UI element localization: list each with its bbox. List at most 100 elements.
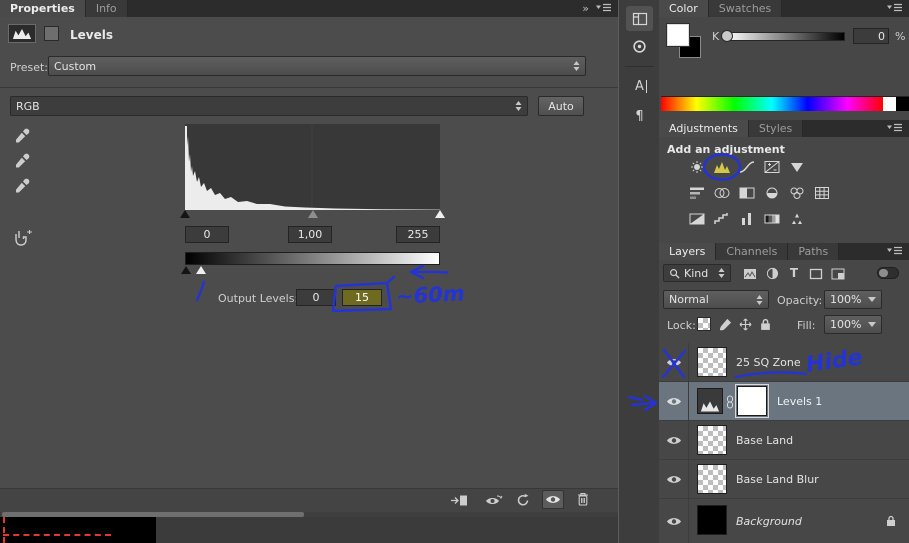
k-slider-track[interactable] <box>725 32 845 41</box>
input-highlight-field[interactable] <box>396 226 440 243</box>
vibrance-icon[interactable] <box>786 158 808 176</box>
filter-kind-select[interactable]: Kind <box>663 264 731 282</box>
dock-properties-icon[interactable] <box>626 6 653 31</box>
auto-button[interactable]: Auto <box>538 96 584 116</box>
tab-styles[interactable]: Styles <box>748 120 804 137</box>
input-midtone-field[interactable] <box>288 226 332 243</box>
white-point-eyedropper-icon[interactable] <box>12 176 32 196</box>
selective-color-icon[interactable] <box>786 210 808 228</box>
layer-thumbnail[interactable] <box>697 347 727 377</box>
foreground-color-swatch[interactable] <box>667 24 689 46</box>
posterize-icon[interactable] <box>711 210 733 228</box>
view-previous-state-button[interactable] <box>482 491 504 509</box>
tab-swatches[interactable]: Swatches <box>708 0 783 17</box>
tab-layers[interactable]: Layers <box>659 243 717 260</box>
visibility-eye-icon[interactable] <box>659 499 689 543</box>
gray-point-eyedropper-icon[interactable] <box>12 151 32 171</box>
k-value-field[interactable] <box>853 28 889 44</box>
layer-mask-thumbnail[interactable] <box>735 384 769 418</box>
dock-paragraph-panel-icon[interactable]: ¶ <box>626 104 653 129</box>
filter-shape-layers-icon[interactable] <box>807 266 825 281</box>
document-canvas[interactable] <box>0 517 156 543</box>
blend-mode-select[interactable]: Normal <box>663 290 769 309</box>
fill-select[interactable]: 100% <box>824 315 882 334</box>
toggle-visibility-button[interactable] <box>542 490 564 509</box>
threshold-icon[interactable] <box>736 210 758 228</box>
layer-row-25-sq-zone[interactable]: 25 SQ Zone <box>659 343 909 382</box>
collapse-panels-button[interactable]: » <box>582 2 589 15</box>
visibility-eye-icon[interactable] <box>659 460 689 499</box>
brightness-contrast-icon[interactable] <box>686 158 708 176</box>
lock-transparency-icon[interactable] <box>697 317 711 331</box>
color-lookup-icon[interactable] <box>811 184 833 202</box>
input-shadow-slider[interactable] <box>180 210 190 218</box>
panel-menu-icon[interactable] <box>887 245 903 258</box>
layer-name[interactable]: Base Land Blur <box>736 473 819 486</box>
gradient-map-icon[interactable] <box>761 210 783 228</box>
exposure-icon[interactable] <box>761 158 783 176</box>
input-shadow-field[interactable] <box>185 226 229 243</box>
layer-thumbnail[interactable] <box>697 464 727 494</box>
panel-menu-icon[interactable] <box>887 2 903 15</box>
k-slider-knob[interactable] <box>721 30 733 42</box>
output-shadow-slider[interactable] <box>181 266 191 274</box>
layer-name[interactable]: Background <box>736 515 802 528</box>
output-shadow-field[interactable] <box>296 289 336 306</box>
filter-adjustment-layers-icon[interactable] <box>763 266 781 281</box>
channel-select[interactable]: RGB <box>10 96 528 116</box>
dock-info-icon[interactable] <box>626 34 653 59</box>
targeted-adjustment-icon[interactable] <box>8 228 36 248</box>
mask-link-icon[interactable] <box>725 394 734 409</box>
photo-filter-icon[interactable] <box>761 184 783 202</box>
lock-all-icon[interactable] <box>757 316 773 332</box>
lock-pixels-brush-icon[interactable] <box>717 316 733 332</box>
tab-paths[interactable]: Paths <box>788 243 840 260</box>
tab-adjustments[interactable]: Adjustments <box>659 120 749 137</box>
filter-pixel-layers-icon[interactable] <box>741 266 759 281</box>
adjustment-layer-thumbnail[interactable] <box>697 388 723 414</box>
black-point-eyedropper-icon[interactable] <box>12 126 32 146</box>
layer-row-levels-1[interactable]: Levels 1 <box>659 382 909 421</box>
delete-adjustment-button[interactable] <box>572 490 594 508</box>
layer-name[interactable]: 25 SQ Zone <box>736 356 801 369</box>
layer-row-base-land-blur[interactable]: Base Land Blur <box>659 460 909 499</box>
lock-position-move-icon[interactable] <box>737 316 753 332</box>
input-midtone-slider[interactable] <box>308 210 318 218</box>
layer-row-base-land[interactable]: Base Land <box>659 421 909 460</box>
tab-info[interactable]: Info <box>85 0 128 17</box>
panel-menu-icon[interactable] <box>596 2 612 15</box>
tab-channels[interactable]: Channels <box>716 243 789 260</box>
opacity-select[interactable]: 100% <box>824 290 882 309</box>
ramp-black-chip[interactable] <box>896 96 909 111</box>
curves-icon[interactable] <box>736 158 758 176</box>
dock-character-panel-icon[interactable]: A <box>626 74 653 99</box>
tab-properties[interactable]: Properties <box>0 0 86 17</box>
channel-mixer-icon[interactable] <box>786 184 808 202</box>
levels-icon[interactable] <box>711 158 733 176</box>
preset-select[interactable]: Custom <box>48 56 586 76</box>
layer-thumbnail[interactable] <box>697 505 727 535</box>
clip-to-layer-button[interactable] <box>448 491 470 509</box>
hue-saturation-icon[interactable] <box>686 184 708 202</box>
invert-icon[interactable] <box>686 210 708 228</box>
filtering-toggle-switch[interactable] <box>877 267 899 279</box>
black-white-icon[interactable] <box>736 184 758 202</box>
reset-button[interactable] <box>512 491 534 509</box>
visibility-eye-icon[interactable] <box>659 382 689 421</box>
color-spectrum-ramp[interactable] <box>661 96 883 111</box>
layer-thumbnail[interactable] <box>697 425 727 455</box>
panel-menu-icon[interactable] <box>887 122 903 135</box>
tab-color[interactable]: Color <box>659 0 709 17</box>
input-highlight-slider[interactable] <box>435 210 445 218</box>
layer-name[interactable]: Base Land <box>736 434 793 447</box>
output-highlight-slider[interactable] <box>196 266 206 274</box>
output-highlight-field[interactable] <box>342 289 382 306</box>
filter-smart-object-icon[interactable] <box>829 266 847 281</box>
visibility-eye-icon[interactable] <box>659 421 689 460</box>
color-balance-icon[interactable] <box>711 184 733 202</box>
visibility-eye-icon[interactable] <box>659 343 689 382</box>
layer-row-background[interactable]: Background <box>659 499 909 543</box>
filter-type-layers-icon[interactable]: T <box>785 265 803 281</box>
ramp-white-chip[interactable] <box>883 96 896 111</box>
layer-name[interactable]: Levels 1 <box>777 395 822 408</box>
